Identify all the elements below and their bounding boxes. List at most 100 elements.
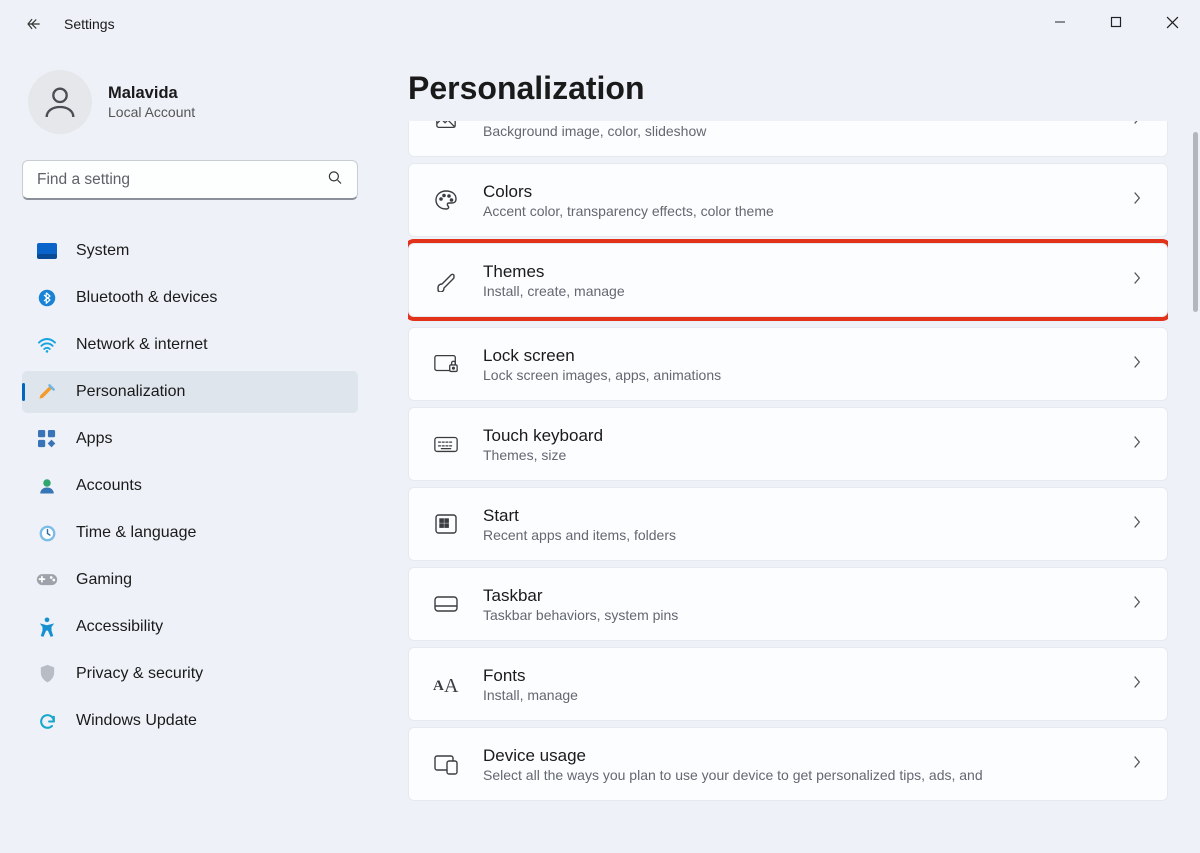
sidebar-item-label: Apps xyxy=(76,430,112,448)
card-title: Fonts xyxy=(483,666,1131,686)
card-subtitle: Select all the ways you plan to use your… xyxy=(483,767,1131,783)
page-title: Personalization xyxy=(408,70,1178,107)
card-fonts[interactable]: AA Fonts Install, manage xyxy=(408,647,1168,721)
close-button[interactable] xyxy=(1144,0,1200,44)
card-device-usage[interactable]: Device usage Select all the ways you pla… xyxy=(408,727,1168,801)
chevron-right-icon xyxy=(1131,271,1143,290)
lock-screen-icon xyxy=(431,353,461,375)
chevron-right-icon xyxy=(1131,595,1143,614)
chevron-right-icon xyxy=(1131,435,1143,454)
sidebar-item-label: Time & language xyxy=(76,524,196,542)
shield-icon xyxy=(36,663,58,685)
sidebar-item-label: Accounts xyxy=(76,477,142,495)
sidebar-item-label: Network & internet xyxy=(76,336,208,354)
time-language-icon xyxy=(36,522,58,544)
system-icon xyxy=(36,240,58,262)
card-title: Touch keyboard xyxy=(483,426,1131,446)
svg-text:A: A xyxy=(433,678,444,694)
minimize-icon xyxy=(1054,16,1066,28)
sidebar-item-time-language[interactable]: Time & language xyxy=(22,512,358,554)
taskbar-icon xyxy=(431,594,461,614)
chevron-right-icon xyxy=(1131,191,1143,210)
profile-subtitle: Local Account xyxy=(108,104,195,120)
start-icon xyxy=(431,513,461,535)
search-input[interactable] xyxy=(22,160,358,200)
accessibility-icon xyxy=(36,616,58,638)
card-subtitle: Themes, size xyxy=(483,447,1131,463)
fonts-icon: AA xyxy=(431,673,461,695)
sidebar-item-label: Gaming xyxy=(76,571,132,589)
window-title: Settings xyxy=(64,16,115,32)
card-lock-screen[interactable]: Lock screen Lock screen images, apps, an… xyxy=(408,327,1168,401)
chevron-right-icon xyxy=(1131,121,1143,130)
sidebar-item-label: Windows Update xyxy=(76,712,197,730)
paintbrush-icon xyxy=(36,381,58,403)
card-start[interactable]: Start Recent apps and items, folders xyxy=(408,487,1168,561)
search-icon xyxy=(326,169,344,192)
sidebar-item-label: System xyxy=(76,242,129,260)
arrow-left-icon xyxy=(25,15,43,33)
brush-icon xyxy=(431,268,461,292)
sidebar-item-system[interactable]: System xyxy=(22,230,358,272)
minimize-button[interactable] xyxy=(1032,0,1088,44)
card-taskbar[interactable]: Taskbar Taskbar behaviors, system pins xyxy=(408,567,1168,641)
chevron-right-icon xyxy=(1131,675,1143,694)
card-subtitle: Lock screen images, apps, animations xyxy=(483,367,1131,383)
sidebar-item-personalization[interactable]: Personalization xyxy=(22,371,358,413)
card-title: Colors xyxy=(483,182,1131,202)
scrollbar-thumb[interactable] xyxy=(1193,132,1198,312)
chevron-right-icon xyxy=(1131,515,1143,534)
accounts-icon xyxy=(36,475,58,497)
profile-block[interactable]: Malavida Local Account xyxy=(22,60,358,154)
sidebar-item-accounts[interactable]: Accounts xyxy=(22,465,358,507)
profile-name: Malavida xyxy=(108,84,195,103)
sidebar-item-apps[interactable]: Apps xyxy=(22,418,358,460)
sidebar-item-accessibility[interactable]: Accessibility xyxy=(22,606,358,648)
sidebar-item-label: Accessibility xyxy=(76,618,163,636)
card-title: Taskbar xyxy=(483,586,1131,606)
maximize-icon xyxy=(1110,16,1122,28)
gaming-icon xyxy=(36,569,58,591)
back-button[interactable] xyxy=(18,8,50,40)
sidebar-item-gaming[interactable]: Gaming xyxy=(22,559,358,601)
bluetooth-icon xyxy=(36,287,58,309)
sidebar-item-label: Bluetooth & devices xyxy=(76,289,217,307)
settings-list: Background Background image, color, slid… xyxy=(408,121,1168,838)
sidebar-item-bluetooth[interactable]: Bluetooth & devices xyxy=(22,277,358,319)
card-touch-keyboard[interactable]: Touch keyboard Themes, size xyxy=(408,407,1168,481)
sidebar-item-privacy[interactable]: Privacy & security xyxy=(22,653,358,695)
card-subtitle: Install, create, manage xyxy=(483,283,1131,299)
card-title: Background xyxy=(483,121,1131,122)
card-title: Lock screen xyxy=(483,346,1131,366)
card-subtitle: Install, manage xyxy=(483,687,1131,703)
card-themes[interactable]: Themes Install, create, manage xyxy=(408,243,1168,317)
close-icon xyxy=(1166,16,1179,29)
chevron-right-icon xyxy=(1131,355,1143,374)
card-subtitle: Background image, color, slideshow xyxy=(483,123,1131,139)
sidebar-item-windows-update[interactable]: Windows Update xyxy=(22,700,358,742)
sidebar-item-network[interactable]: Network & internet xyxy=(22,324,358,366)
card-background[interactable]: Background Background image, color, slid… xyxy=(408,121,1168,157)
card-colors[interactable]: Colors Accent color, transparency effect… xyxy=(408,163,1168,237)
card-title: Device usage xyxy=(483,746,1131,766)
card-title: Start xyxy=(483,506,1131,526)
palette-icon xyxy=(431,188,461,212)
wifi-icon xyxy=(36,334,58,356)
avatar xyxy=(28,70,92,134)
svg-text:A: A xyxy=(444,675,459,695)
card-subtitle: Taskbar behaviors, system pins xyxy=(483,607,1131,623)
apps-icon xyxy=(36,428,58,450)
background-icon xyxy=(431,121,461,131)
card-title: Themes xyxy=(483,262,1131,282)
device-usage-icon xyxy=(431,753,461,775)
update-icon xyxy=(36,710,58,732)
search-wrapper xyxy=(22,160,358,200)
card-subtitle: Accent color, transparency effects, colo… xyxy=(483,203,1131,219)
sidebar-item-label: Personalization xyxy=(76,383,185,401)
keyboard-icon xyxy=(431,434,461,454)
sidebar-item-label: Privacy & security xyxy=(76,665,203,683)
maximize-button[interactable] xyxy=(1088,0,1144,44)
chevron-right-icon xyxy=(1131,755,1143,774)
avatar-icon xyxy=(40,82,80,122)
card-subtitle: Recent apps and items, folders xyxy=(483,527,1131,543)
